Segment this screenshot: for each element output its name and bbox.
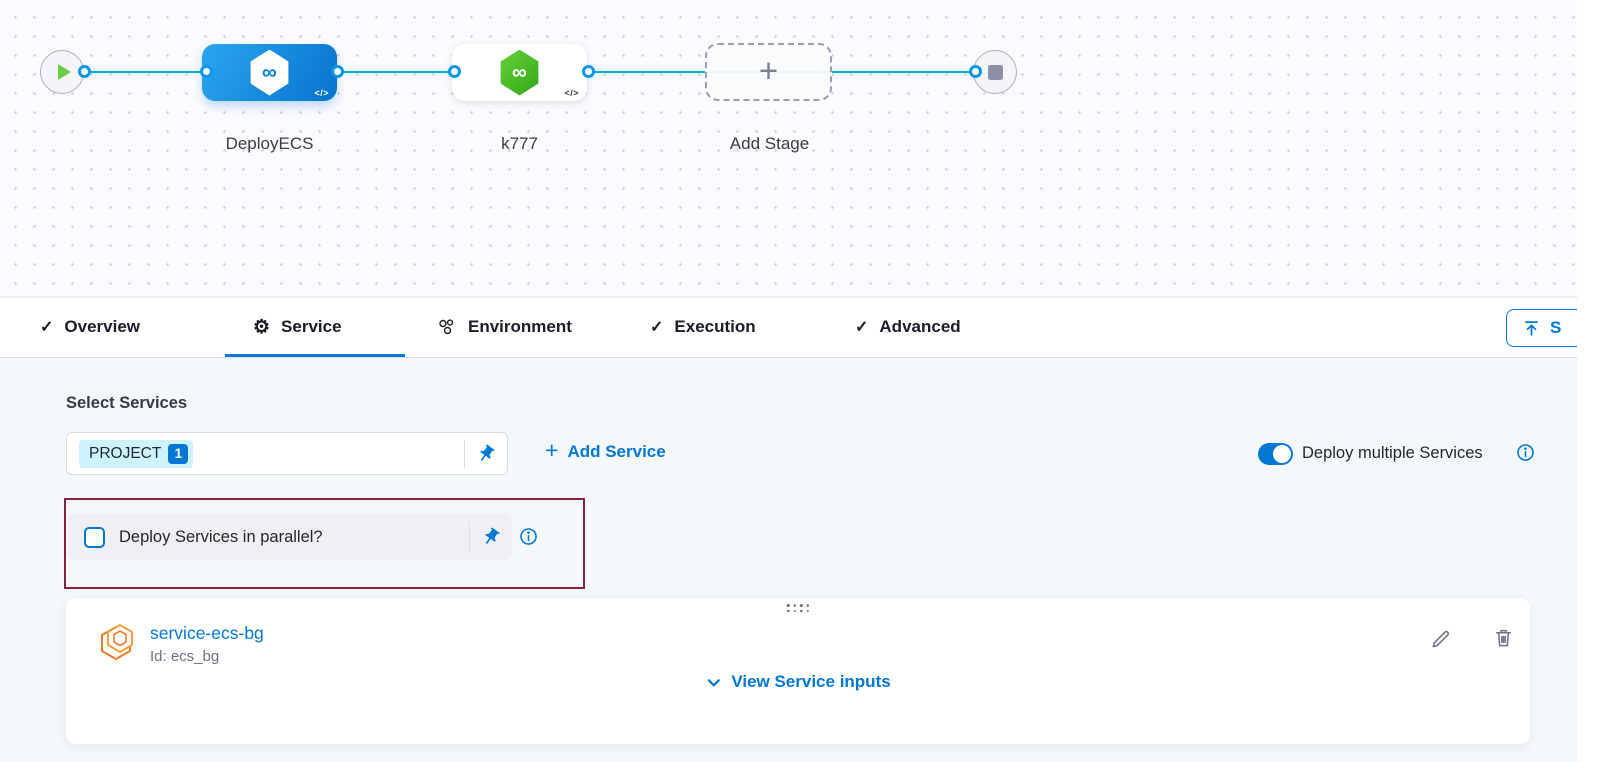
service-hexagon-icon bbox=[99, 623, 135, 666]
plus-icon: + bbox=[759, 54, 778, 87]
deploy-parallel-label: Deploy Services in parallel? bbox=[119, 528, 323, 547]
info-icon[interactable] bbox=[519, 527, 538, 546]
add-service-label: Add Service bbox=[567, 442, 665, 462]
tab-overview[interactable]: ✓ Overview bbox=[40, 298, 140, 356]
chevron-down-icon bbox=[705, 674, 722, 691]
connector-line bbox=[337, 71, 455, 73]
service-tab-panel: Select Services PROJECT 1 + Add Service bbox=[0, 358, 1577, 762]
pipeline-canvas: ∞ </> ∞ </> + DeployECS k777 Add Stage bbox=[0, 0, 1577, 297]
play-icon bbox=[58, 64, 71, 80]
environment-cluster-icon bbox=[436, 317, 457, 338]
pin-button[interactable] bbox=[470, 514, 512, 560]
tab-label: Overview bbox=[64, 317, 140, 337]
save-button-label: S bbox=[1550, 318, 1561, 338]
stage-name-label: k777 bbox=[432, 134, 607, 154]
service-select-input[interactable]: PROJECT 1 bbox=[66, 432, 508, 475]
tab-service[interactable]: ⚙ Service bbox=[253, 298, 342, 356]
connector-port bbox=[331, 65, 344, 78]
pipeline-studio: ∞ </> ∞ </> + DeployECS k777 Add Stage ✓ bbox=[0, 0, 1600, 762]
check-icon: ✓ bbox=[650, 317, 663, 337]
stage-card-k777[interactable]: ∞ </> bbox=[452, 44, 587, 101]
tab-execution[interactable]: ✓ Execution bbox=[650, 298, 756, 356]
project-scope-chip[interactable]: PROJECT 1 bbox=[79, 440, 193, 468]
deploy-parallel-field: Deploy Services in parallel? bbox=[68, 514, 512, 560]
code-view-icon[interactable]: </> bbox=[314, 88, 329, 98]
tab-label: Execution bbox=[674, 317, 755, 337]
project-chip-count-badge: 1 bbox=[168, 444, 188, 464]
connector-port bbox=[200, 65, 213, 78]
stop-icon bbox=[988, 65, 1003, 80]
code-view-icon[interactable]: </> bbox=[564, 88, 579, 98]
infinity-icon: ∞ bbox=[262, 62, 277, 83]
add-stage-label: Add Stage bbox=[682, 134, 857, 154]
add-service-button[interactable]: + Add Service bbox=[545, 441, 666, 462]
service-name-link[interactable]: service-ecs-bg bbox=[150, 623, 264, 644]
stage-name-label: DeployECS bbox=[182, 134, 357, 154]
tab-label: Advanced bbox=[879, 317, 960, 337]
drag-handle-icon[interactable] bbox=[787, 604, 809, 612]
deploy-multiple-services-toggle[interactable] bbox=[1258, 443, 1293, 465]
pin-button[interactable] bbox=[465, 433, 507, 474]
check-icon: ✓ bbox=[855, 317, 868, 337]
view-service-inputs-label: View Service inputs bbox=[731, 672, 890, 692]
plus-icon: + bbox=[545, 439, 558, 462]
deploy-multiple-services-label: Deploy multiple Services bbox=[1302, 444, 1483, 463]
tab-label: Service bbox=[281, 317, 342, 337]
tab-advanced[interactable]: ✓ Advanced bbox=[855, 298, 961, 356]
tab-label: Environment bbox=[468, 317, 572, 337]
service-card: service-ecs-bg Id: ecs_bg V bbox=[66, 598, 1530, 744]
edit-service-button[interactable] bbox=[1429, 628, 1452, 651]
infinity-icon: ∞ bbox=[512, 62, 527, 83]
info-icon[interactable] bbox=[1516, 443, 1535, 462]
connector-port bbox=[448, 65, 461, 78]
connector-port bbox=[582, 65, 595, 78]
connector-port bbox=[78, 65, 91, 78]
add-stage-button[interactable]: + bbox=[705, 43, 832, 101]
active-tab-underline bbox=[225, 354, 405, 357]
connector-port bbox=[969, 65, 982, 78]
stage-card-deployecs[interactable]: ∞ </> bbox=[202, 44, 337, 101]
gear-icon: ⚙ bbox=[253, 318, 270, 337]
toggle-knob bbox=[1273, 445, 1291, 463]
service-id-text: Id: ecs_bg bbox=[150, 648, 219, 665]
harness-hexagon-icon: ∞ bbox=[499, 50, 541, 96]
tab-environment[interactable]: Environment bbox=[436, 298, 572, 356]
upload-icon bbox=[1522, 319, 1541, 338]
harness-hexagon-icon: ∞ bbox=[249, 50, 291, 96]
save-button[interactable]: S bbox=[1506, 309, 1577, 347]
stage-tabbar: ✓ Overview ⚙ Service Environment ✓ Execu… bbox=[0, 297, 1577, 358]
select-services-label: Select Services bbox=[66, 394, 187, 413]
delete-service-button[interactable] bbox=[1492, 626, 1515, 649]
view-service-inputs-toggle[interactable]: View Service inputs bbox=[705, 672, 890, 692]
deploy-parallel-checkbox[interactable] bbox=[84, 527, 105, 548]
check-icon: ✓ bbox=[40, 317, 53, 337]
project-chip-label: PROJECT bbox=[89, 445, 161, 463]
